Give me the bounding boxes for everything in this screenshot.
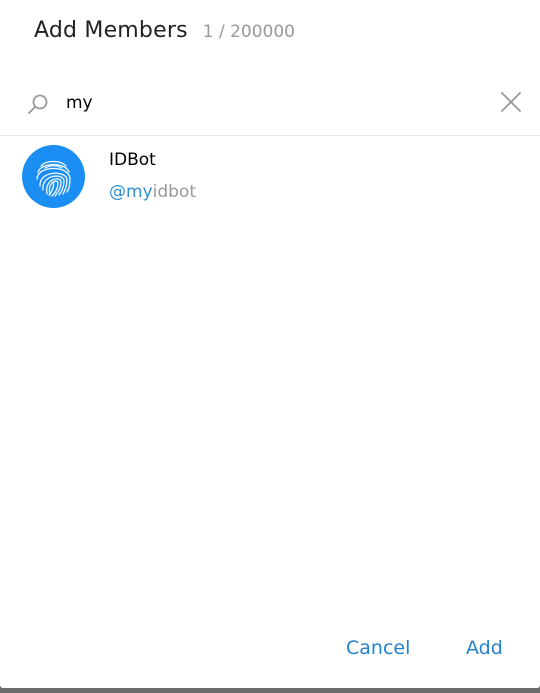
list-item[interactable]: IDBot @myidbot <box>0 136 540 218</box>
close-icon[interactable] <box>499 90 523 114</box>
member-count: 1 / 200000 <box>202 22 295 42</box>
result-username: @myidbot <box>109 182 196 202</box>
add-members-dialog: Add Members 1 / 200000 my IDBot @myidbot… <box>0 0 540 688</box>
dialog-header: Add Members 1 / 200000 <box>34 18 295 50</box>
add-button[interactable]: Add <box>454 628 515 668</box>
fingerprint-icon <box>36 160 71 197</box>
search-input[interactable] <box>66 88 466 118</box>
dialog-footer: Cancel Add <box>0 608 540 688</box>
avatar <box>22 145 85 208</box>
result-name: IDBot <box>109 150 156 170</box>
username-match: @my <box>109 182 153 202</box>
dialog-title: Add Members <box>34 18 188 43</box>
cancel-button[interactable]: Cancel <box>334 628 422 668</box>
search-result-list: IDBot @myidbot <box>0 136 540 218</box>
search-icon <box>26 92 50 116</box>
search-bar <box>0 78 540 136</box>
username-rest: idbot <box>152 182 196 202</box>
